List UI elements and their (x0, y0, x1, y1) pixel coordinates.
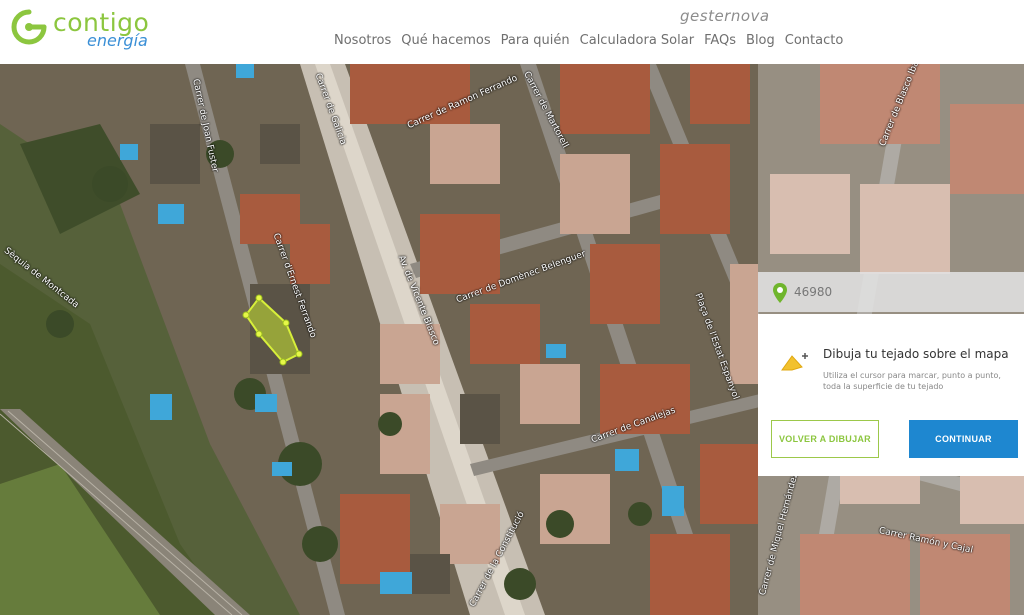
redraw-button[interactable]: VOLVER A DIBUJAR (771, 420, 879, 458)
continue-button[interactable]: CONTINUAR (909, 420, 1018, 458)
postal-code-bar[interactable]: 46980 (758, 272, 1024, 312)
nav-item-faqs[interactable]: FAQs (704, 33, 736, 48)
logo-word-energia: energía (87, 31, 148, 50)
nav-item-que-hacemos[interactable]: Qué hacemos (401, 33, 490, 48)
logo-ring-icon (11, 9, 47, 45)
draw-roof-icon (781, 353, 808, 371)
nav-item-calculadora-solar[interactable]: Calculadora Solar (580, 33, 694, 48)
nav-item-nosotros[interactable]: Nosotros (334, 33, 391, 48)
nav-item-para-quien[interactable]: Para quién (501, 33, 570, 48)
satellite-map[interactable]: Carrer de Ramon Ferrando Carrer de Domèn… (0, 64, 1024, 615)
nav-item-contacto[interactable]: Contacto (785, 33, 844, 48)
panel-subtitle: Utiliza el cursor para marcar, punto a p… (823, 371, 1001, 391)
partner-logo-gesternova[interactable]: gesternova (680, 7, 770, 25)
site-header: contigo energía gesternova Nosotros Qué … (0, 0, 1024, 64)
panel-title: Dibuja tu tejado sobre el mapa (823, 347, 1009, 361)
main-nav: Nosotros Qué hacemos Para quién Calculad… (334, 33, 843, 48)
map-pin-icon (773, 283, 787, 303)
draw-roof-panel: Dibuja tu tejado sobre el mapa Utiliza e… (758, 314, 1024, 476)
nav-item-blog[interactable]: Blog (746, 33, 775, 48)
brand-logo[interactable]: contigo energía (10, 8, 180, 52)
postal-code-value: 46980 (794, 285, 833, 299)
